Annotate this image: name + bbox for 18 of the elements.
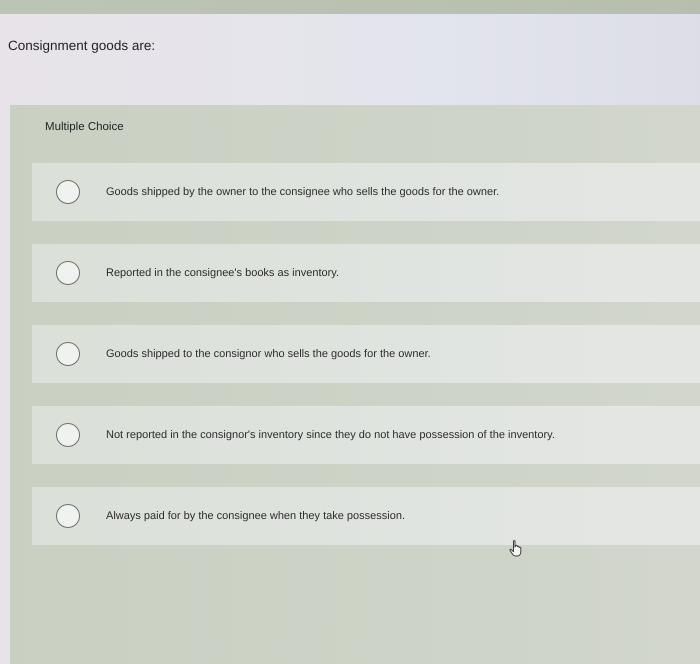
option-text: Reported in the consignee's books as inventory. — [106, 266, 340, 280]
answer-option[interactable]: Not reported in the consignor's inventory since they do not have possession of the inventory. — [32, 406, 700, 464]
question-text: Consignment goods are: — [8, 37, 156, 55]
option-text: Goods shipped by the owner to the consignee who sells the goods for the owner. — [106, 184, 500, 200]
radio-button[interactable] — [56, 423, 80, 447]
answer-option[interactable]: Reported in the consignee's books as inventory. — [32, 244, 700, 302]
option-text: Goods shipped to the consignor who sells the goods for the owner. — [106, 346, 431, 362]
radio-button[interactable] — [56, 342, 80, 366]
answer-option[interactable]: Goods shipped to the consignor who sells the goods for the owner. — [32, 325, 700, 383]
radio-button[interactable] — [56, 504, 80, 528]
hand-cursor-icon — [509, 540, 524, 557]
radio-button[interactable] — [56, 261, 80, 285]
answer-option[interactable]: Goods shipped by the owner to the consignee who sells the goods for the owner. — [32, 163, 700, 221]
option-text: Always paid for by the consignee when they take possession. — [106, 508, 406, 524]
question-type-label: Multiple Choice — [45, 120, 124, 135]
option-text: Not reported in the consignor's inventory since they do not have possession of the inventory. — [106, 428, 555, 442]
radio-button[interactable] — [56, 180, 80, 204]
answer-option[interactable]: Always paid for by the consignee when they take possession. — [32, 487, 700, 545]
